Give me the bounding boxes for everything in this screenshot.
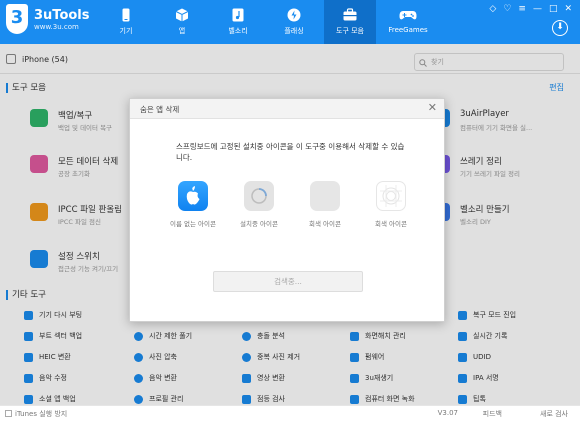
music-file-icon xyxy=(232,8,244,22)
app-name: 3uTools xyxy=(34,7,90,23)
download-icon[interactable]: ⬇ xyxy=(552,20,568,36)
dialog-header: 숨은 앱 삭제 ✕ xyxy=(130,99,444,119)
icon-example-gray-grid: 회색 아이콘 xyxy=(358,181,424,228)
dialog-title: 숨은 앱 삭제 xyxy=(140,105,180,114)
nav-label-device: 기기 xyxy=(119,27,133,35)
top-bar: 3 3uTools www.3u.com 기기 앱 벨소리 플래싱 도구 모음 … xyxy=(0,0,580,44)
feedback-link[interactable]: 피드백 xyxy=(483,409,502,419)
itunes-checkbox[interactable] xyxy=(5,410,12,417)
brand: 3 3uTools www.3u.com xyxy=(6,4,90,34)
toolbox-icon xyxy=(343,8,357,21)
maximize-icon[interactable]: □ xyxy=(549,4,558,14)
minimize-icon[interactable]: — xyxy=(533,4,542,14)
gamepad-icon xyxy=(399,11,417,20)
icon-example-unnamed: 이름 없는 아이콘 xyxy=(160,181,226,228)
icon-label: 이름 없는 아이콘 xyxy=(170,220,216,228)
nav-item-apps[interactable]: 앱 xyxy=(156,0,208,44)
dialog-message: 스프링보드에 고정된 설치중 아이콘을 이 도구중 이용해서 삭제할 수 있습니… xyxy=(176,142,405,162)
nav-item-ringtones[interactable]: 벨소리 xyxy=(212,0,264,44)
delete-hidden-apps-dialog: 숨은 앱 삭제 ✕ 스프링보드에 고정된 설치중 아이콘을 이 도구중 이용해서… xyxy=(129,98,445,322)
phone-icon xyxy=(122,8,130,22)
icon-example-installing: 설치중 아이콘 xyxy=(226,181,292,228)
search-button[interactable]: 검색중... xyxy=(213,271,363,292)
itunes-label: iTunes 실행 방지 xyxy=(15,410,68,418)
version-label: V3.07 xyxy=(437,409,458,417)
logo-icon: 3 xyxy=(6,4,28,34)
skin-icon[interactable]: ◇ xyxy=(489,4,496,14)
icon-label: 회색 아이콘 xyxy=(375,220,407,228)
loading-icon xyxy=(244,181,274,211)
gray-app-icon xyxy=(310,181,340,211)
nav-item-freegames[interactable]: FreeGames xyxy=(380,0,436,44)
app-url: www.3u.com xyxy=(34,22,79,31)
icon-label: 회색 아이콘 xyxy=(309,220,341,228)
nav-item-device[interactable]: 기기 xyxy=(100,0,152,44)
nav-label-ringtones: 벨소리 xyxy=(228,27,248,35)
box-icon xyxy=(175,8,189,22)
grid-template-icon xyxy=(376,181,406,211)
nav-label-freegames: FreeGames xyxy=(388,26,428,34)
nav-item-flash[interactable]: 플래싱 xyxy=(268,0,320,44)
window-controls: ◇ ♡ ≡ — □ ✕ xyxy=(489,4,572,14)
nav-item-toolbox[interactable]: 도구 모음 xyxy=(324,0,376,44)
icon-examples: 이름 없는 아이콘 설치중 아이콘 회색 아이콘 회색 아이콘 xyxy=(160,181,424,228)
update-check-link[interactable]: 새로 검사 xyxy=(540,409,568,419)
icon-example-gray: 회색 아이콘 xyxy=(292,181,358,228)
status-bar: iTunes 실행 방지 V3.07 피드백 새로 검사 xyxy=(0,405,580,421)
icon-label: 설치중 아이콘 xyxy=(240,220,278,228)
close-window-icon[interactable]: ✕ xyxy=(564,4,572,14)
close-icon[interactable]: ✕ xyxy=(428,101,437,114)
apple-icon xyxy=(178,181,208,211)
menu-icon[interactable]: ≡ xyxy=(518,4,526,14)
nav-label-flash: 플래싱 xyxy=(284,27,304,35)
nav-label-toolbox: 도구 모음 xyxy=(336,27,364,35)
nav-label-apps: 앱 xyxy=(178,27,186,35)
favorite-icon[interactable]: ♡ xyxy=(503,4,511,14)
flash-icon xyxy=(287,8,301,22)
